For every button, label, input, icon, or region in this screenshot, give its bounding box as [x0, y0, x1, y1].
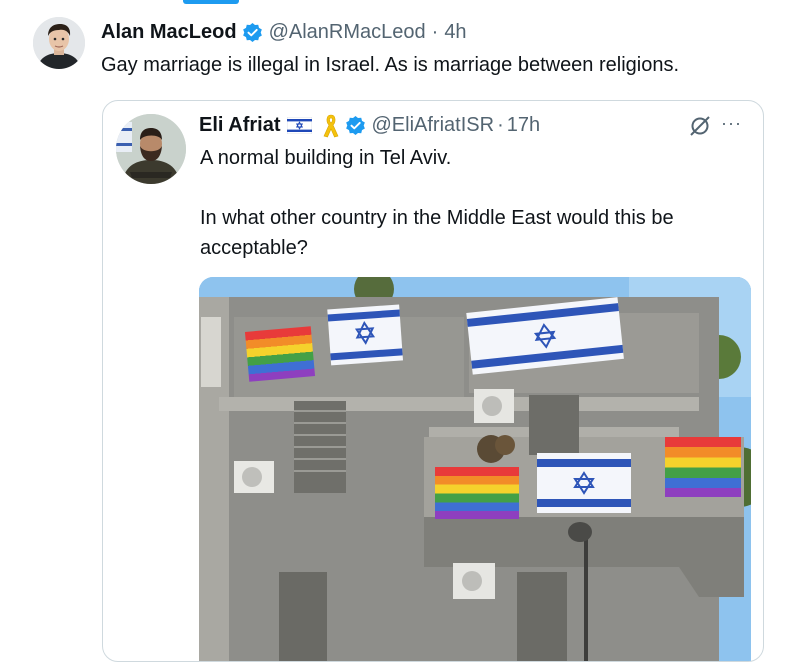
more-icon[interactable]: ···	[721, 113, 742, 134]
tweet-text: Gay marriage is illegal in Israel. As is…	[101, 54, 680, 76]
quoted-avatar-image	[116, 114, 186, 184]
active-tab-indicator	[183, 0, 239, 4]
verified-badge-icon	[345, 115, 365, 135]
author-name[interactable]: Alan MacLeod	[101, 21, 237, 44]
separator-dot: ·	[497, 113, 504, 136]
avatar[interactable]	[33, 17, 85, 69]
avatar-image	[33, 17, 85, 69]
yellow-ribbon-emoji	[323, 114, 338, 138]
quoted-tweet-text: A normal building in Tel Aviv. In what o…	[200, 143, 760, 263]
author-handle[interactable]: @AlanRMacLeod	[269, 21, 426, 44]
tweet-photo[interactable]	[199, 277, 751, 661]
quoted-author-handle[interactable]: @EliAfriatISR	[372, 114, 495, 137]
tweet-time[interactable]: 4h	[444, 21, 466, 44]
quoted-author-name[interactable]: Eli Afriat	[199, 114, 281, 137]
grok-icon[interactable]	[688, 114, 712, 138]
verified-badge-icon	[242, 22, 262, 42]
separator-dot: ·	[431, 20, 439, 43]
quoted-text-line1: A normal building in Tel Aviv.	[200, 147, 452, 169]
quoted-avatar[interactable]	[116, 114, 186, 184]
quoted-tweet-card[interactable]: Eli Afriat @EliAfriatISR · 17h ··· A nor…	[102, 100, 764, 662]
quoted-tweet-time[interactable]: 17h	[507, 114, 540, 137]
building-photo	[199, 277, 751, 661]
israel-flag-emoji	[286, 116, 312, 134]
tweet-header: Alan MacLeod @AlanRMacLeod · 4h	[101, 19, 467, 45]
quoted-tweet-header: Eli Afriat @EliAfriatISR · 17h	[199, 111, 540, 139]
quoted-text-line2: In what other country in the Middle East…	[200, 207, 674, 259]
